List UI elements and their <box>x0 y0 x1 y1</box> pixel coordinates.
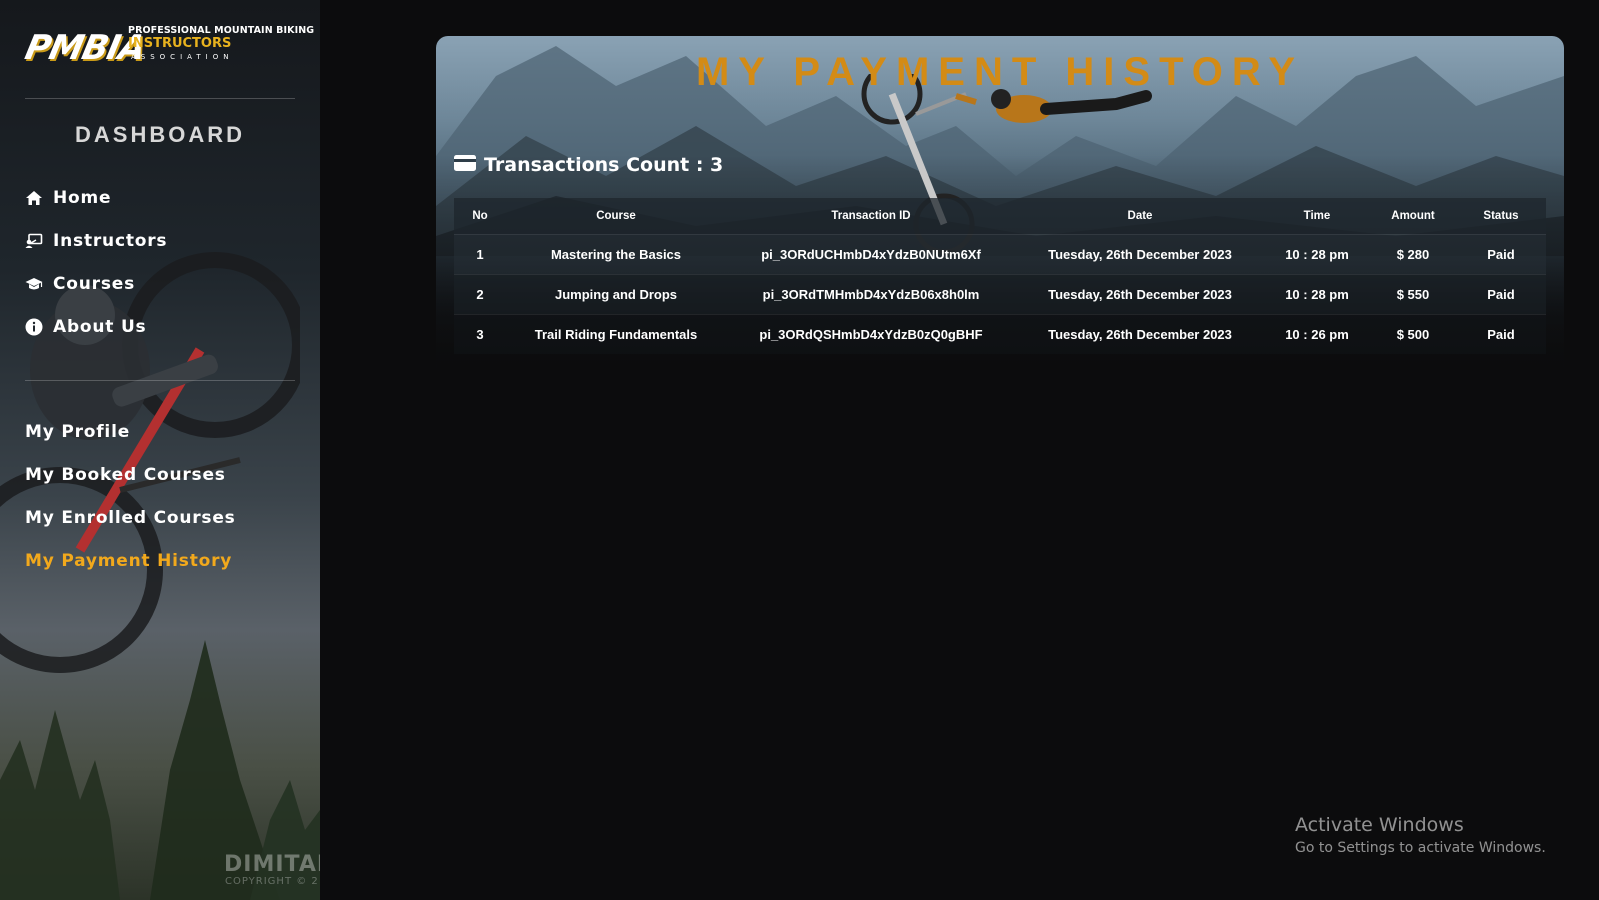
column-header-no[interactable]: No <box>454 198 506 234</box>
corner-brand-text: DIMITAR <box>224 852 320 877</box>
corner-copyright-text: COPYRIGHT © 2 <box>225 876 319 887</box>
column-header-date[interactable]: Date <box>1016 198 1264 234</box>
column-header-amount[interactable]: Amount <box>1370 198 1456 234</box>
table-header-row: No Course Transaction ID Date Time Amoun… <box>454 198 1546 234</box>
nav-label-my-booked-courses: My Booked Courses <box>25 465 226 485</box>
transactions-table: No Course Transaction ID Date Time Amoun… <box>454 198 1546 354</box>
table-row[interactable]: 3 Trail Riding Fundamentals pi_3ORdQSHmb… <box>454 313 1546 354</box>
cell-course: Trail Riding Fundamentals <box>506 313 726 354</box>
home-icon <box>25 189 43 207</box>
cell-time: 10 : 26 pm <box>1264 313 1370 354</box>
nav-label-home: Home <box>53 188 112 208</box>
column-header-course[interactable]: Course <box>506 198 726 234</box>
instructor-icon <box>25 232 43 250</box>
activate-windows-title: Activate Windows <box>1295 814 1464 836</box>
cell-no: 3 <box>454 313 506 354</box>
sidebar-divider-middle <box>25 380 295 381</box>
nav-label-courses: Courses <box>53 274 136 294</box>
cell-status: Paid <box>1456 233 1546 274</box>
cell-amount: $ 280 <box>1370 233 1456 274</box>
nav-item-my-payment-history[interactable]: My Payment History <box>25 547 232 575</box>
column-header-status[interactable]: Status <box>1456 198 1546 234</box>
cell-status: Paid <box>1456 313 1546 354</box>
page-title: MY PAYMENT HISTORY <box>695 50 1304 94</box>
logo-mark: PMBIA <box>21 28 149 68</box>
column-header-time[interactable]: Time <box>1264 198 1370 234</box>
transactions-count-label: Transactions Count : 3 <box>484 154 724 176</box>
cell-date: Tuesday, 26th December 2023 <box>1016 233 1264 274</box>
table-row[interactable]: 1 Mastering the Basics pi_3ORdUCHmbD4xYd… <box>454 233 1546 274</box>
nav-item-my-enrolled-courses[interactable]: My Enrolled Courses <box>25 504 236 532</box>
cell-course: Jumping and Drops <box>506 273 726 314</box>
info-icon <box>25 318 43 336</box>
cell-transaction-id: pi_3ORdTMHmbD4xYdzB06x8h0lm <box>726 273 1016 314</box>
payment-history-card: MY PAYMENT HISTORY Transactions Count : … <box>436 36 1564 376</box>
transactions-count: Transactions Count : 3 <box>454 154 723 176</box>
logo-line-2: INSTRUCTORS <box>128 36 232 51</box>
cell-time: 10 : 28 pm <box>1264 233 1370 274</box>
cell-no: 2 <box>454 273 506 314</box>
cell-course: Mastering the Basics <box>506 233 726 274</box>
cell-time: 10 : 28 pm <box>1264 273 1370 314</box>
cell-transaction-id: pi_3ORdQSHmbD4xYdzB0zQ0gBHF <box>726 313 1016 354</box>
cell-transaction-id: pi_3ORdUCHmbD4xYdzB0NUtm6Xf <box>726 233 1016 274</box>
nav-item-my-booked-courses[interactable]: My Booked Courses <box>25 461 226 489</box>
nav-item-courses[interactable]: Courses <box>25 270 135 298</box>
nav-label-my-profile: My Profile <box>25 422 131 442</box>
cell-amount: $ 500 <box>1370 313 1456 354</box>
cell-date: Tuesday, 26th December 2023 <box>1016 313 1264 354</box>
logo-line-1: PROFESSIONAL MOUNTAIN BIKING <box>128 25 315 36</box>
logo-line-3: ASSOCIATION <box>131 53 234 61</box>
pmbia-logo[interactable]: PMBIA PROFESSIONAL MOUNTAIN BIKING INSTR… <box>22 24 314 78</box>
activate-windows-watermark: Activate Windows Go to Settings to activ… <box>1295 814 1546 856</box>
cell-amount: $ 550 <box>1370 273 1456 314</box>
nav-label-my-payment-history: My Payment History <box>25 551 233 571</box>
nav-item-home[interactable]: Home <box>25 184 111 212</box>
activate-windows-subtitle: Go to Settings to activate Windows. <box>1295 840 1546 856</box>
sidebar: PMBIA PROFESSIONAL MOUNTAIN BIKING INSTR… <box>0 0 320 900</box>
graduation-cap-icon <box>25 275 43 293</box>
column-header-transaction-id[interactable]: Transaction ID <box>726 198 1016 234</box>
nav-item-my-profile[interactable]: My Profile <box>25 418 130 446</box>
cell-status: Paid <box>1456 273 1546 314</box>
nav-label-instructors: Instructors <box>53 231 168 251</box>
nav-label-my-enrolled-courses: My Enrolled Courses <box>25 508 236 528</box>
cell-no: 1 <box>454 233 506 274</box>
nav-label-about-us: About Us <box>53 317 147 337</box>
dashboard-title: DASHBOARD <box>75 122 245 147</box>
nav-item-instructors[interactable]: Instructors <box>25 227 167 255</box>
table-row[interactable]: 2 Jumping and Drops pi_3ORdTMHmbD4xYdzB0… <box>454 273 1546 314</box>
sidebar-divider-top <box>25 98 295 99</box>
nav-item-about-us[interactable]: About Us <box>25 313 146 341</box>
credit-card-icon <box>454 154 476 176</box>
cell-date: Tuesday, 26th December 2023 <box>1016 273 1264 314</box>
